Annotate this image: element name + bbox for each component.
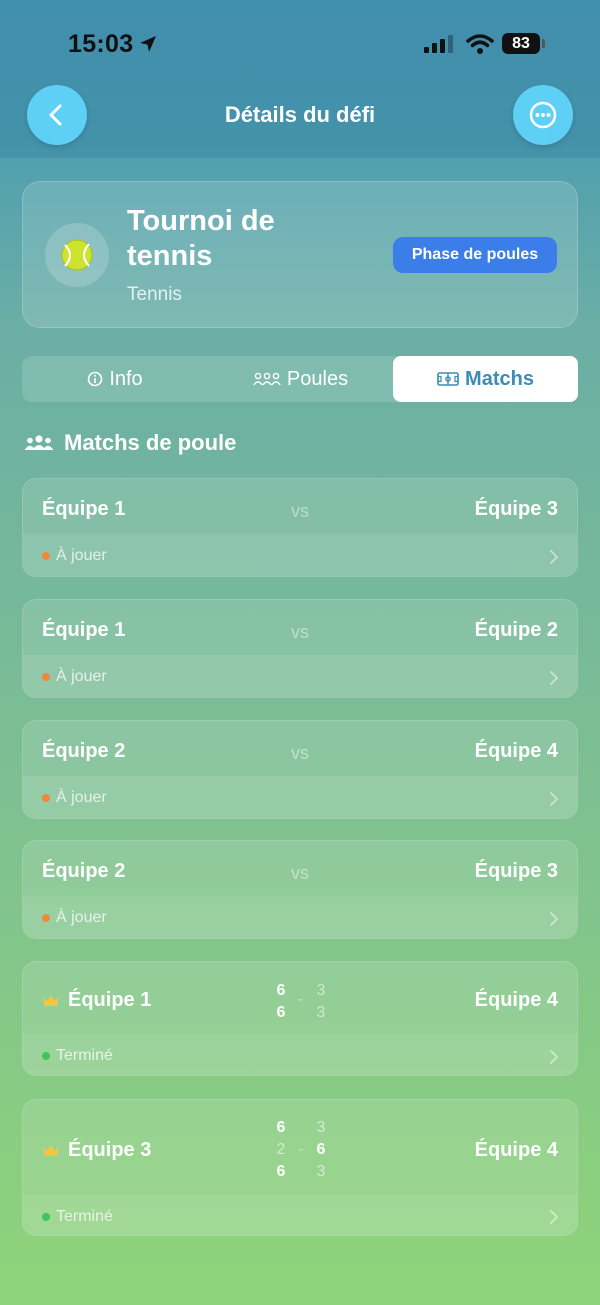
set-score-b: 3 xyxy=(316,1004,326,1021)
info-icon xyxy=(88,371,103,387)
score-dash: - xyxy=(298,991,304,1008)
more-options-button[interactable] xyxy=(513,85,573,145)
set-score-b: 3 xyxy=(316,1119,326,1136)
status-dot xyxy=(42,552,50,560)
tab-info-label: Info xyxy=(109,367,143,390)
status-label: À jouer xyxy=(56,789,107,806)
tennis-ball-icon xyxy=(61,239,93,271)
groups-icon xyxy=(253,372,281,386)
tab-info[interactable]: Info xyxy=(22,356,208,402)
set-score: 6 3 xyxy=(271,1161,331,1183)
team-b-name: Équipe 4 xyxy=(474,989,558,1011)
tab-matchs-label: Matchs xyxy=(465,367,534,390)
team-b-name: Équipe 3 xyxy=(474,498,558,520)
set-score-a: 6 xyxy=(276,1163,286,1180)
set-score-b: 6 xyxy=(316,1141,326,1158)
challenge-sport: Tennis xyxy=(127,284,182,305)
status-dot xyxy=(42,794,50,802)
tab-poules[interactable]: Poules xyxy=(208,356,393,402)
chevron-right-icon xyxy=(550,792,559,806)
chevron-right-icon xyxy=(550,550,559,564)
page-title: Détails du défi xyxy=(224,102,376,127)
location-arrow-icon xyxy=(140,36,156,52)
status-label: Terminé xyxy=(56,1047,113,1064)
wifi-icon xyxy=(466,34,494,54)
chevron-right-icon xyxy=(550,1050,559,1064)
team-b-name: Équipe 3 xyxy=(474,860,558,882)
status-label: À jouer xyxy=(56,547,107,564)
status-label: À jouer xyxy=(56,909,107,926)
set-score: 6 3 xyxy=(271,1117,331,1139)
tab-matchs[interactable]: Matchs xyxy=(393,356,578,402)
match-status: À jouer xyxy=(42,547,107,565)
team-b-name: Équipe 4 xyxy=(474,1139,558,1161)
status-label: À jouer xyxy=(56,668,107,685)
segmented-tabs: Info Poules Matchs xyxy=(22,356,578,402)
match-card[interactable]: Équipe 2 vs Équipe 4 À jouer xyxy=(22,720,578,819)
chevron-right-icon xyxy=(550,912,559,926)
sport-icon-container xyxy=(45,223,109,287)
cellular-signal-icon xyxy=(424,35,453,53)
status-dot xyxy=(42,1052,50,1060)
status-bar: 15:03 83 xyxy=(0,0,600,80)
match-status: Terminé xyxy=(42,1047,113,1065)
match-status: À jouer xyxy=(42,909,107,927)
team-b-name: Équipe 2 xyxy=(474,619,558,641)
field-icon xyxy=(437,372,459,386)
status-time: 15:03 xyxy=(68,30,134,58)
score-separator: - xyxy=(298,1141,304,1158)
set-score-a: 6 xyxy=(276,982,286,999)
set-score-a: 6 xyxy=(276,1004,286,1021)
status-dot xyxy=(42,1213,50,1221)
battery-indicator: 83 xyxy=(502,33,540,54)
match-status: À jouer xyxy=(42,668,107,686)
match-status: Terminé xyxy=(42,1208,113,1226)
battery-cap xyxy=(542,39,545,48)
chevron-right-icon xyxy=(550,1210,559,1224)
set-score-b: 3 xyxy=(316,982,326,999)
team-b-name: Équipe 4 xyxy=(474,740,558,762)
status-dot xyxy=(42,914,50,922)
match-card[interactable]: Équipe 1 6 3 6 3 - Équipe 4 Terminé xyxy=(22,961,578,1076)
more-icon xyxy=(529,101,557,129)
status-dot xyxy=(42,673,50,681)
section-header: Matchs de poule xyxy=(24,430,236,456)
team-a-name: Équipe 1 xyxy=(42,989,151,1012)
set-score-a: 6 xyxy=(276,1119,286,1136)
match-card[interactable]: Équipe 1 vs Équipe 3 À jouer xyxy=(22,478,578,577)
tab-poules-label: Poules xyxy=(286,367,349,390)
match-card[interactable]: Équipe 2 vs Équipe 3 À jouer xyxy=(22,840,578,939)
people-icon xyxy=(24,435,54,450)
section-title: Matchs de poule xyxy=(64,430,237,455)
challenge-title: Tournoi de tennis xyxy=(127,205,275,272)
match-status: À jouer xyxy=(42,789,107,807)
match-card[interactable]: Équipe 3 6 3 2 - 6 6 3 Équipe 4 Terminé xyxy=(22,1099,578,1236)
set-score-b: 3 xyxy=(316,1163,326,1180)
battery-level: 83 xyxy=(512,35,530,52)
phase-badge: Phase de poules xyxy=(393,237,557,273)
crown-icon xyxy=(43,994,59,1006)
team-a-name: Équipe 3 xyxy=(42,1139,151,1162)
match-card[interactable]: Équipe 1 vs Équipe 2 À jouer xyxy=(22,599,578,698)
set-score: 2 - 6 xyxy=(271,1139,331,1161)
set-score-a: 2 xyxy=(276,1141,286,1158)
challenge-card: Tournoi de tennis Tennis Phase de poules xyxy=(22,181,578,328)
set-scores: 6 3 2 - 6 6 3 xyxy=(271,1117,331,1183)
status-label: Terminé xyxy=(56,1208,113,1225)
crown-icon xyxy=(43,1144,59,1156)
chevron-right-icon xyxy=(550,671,559,685)
